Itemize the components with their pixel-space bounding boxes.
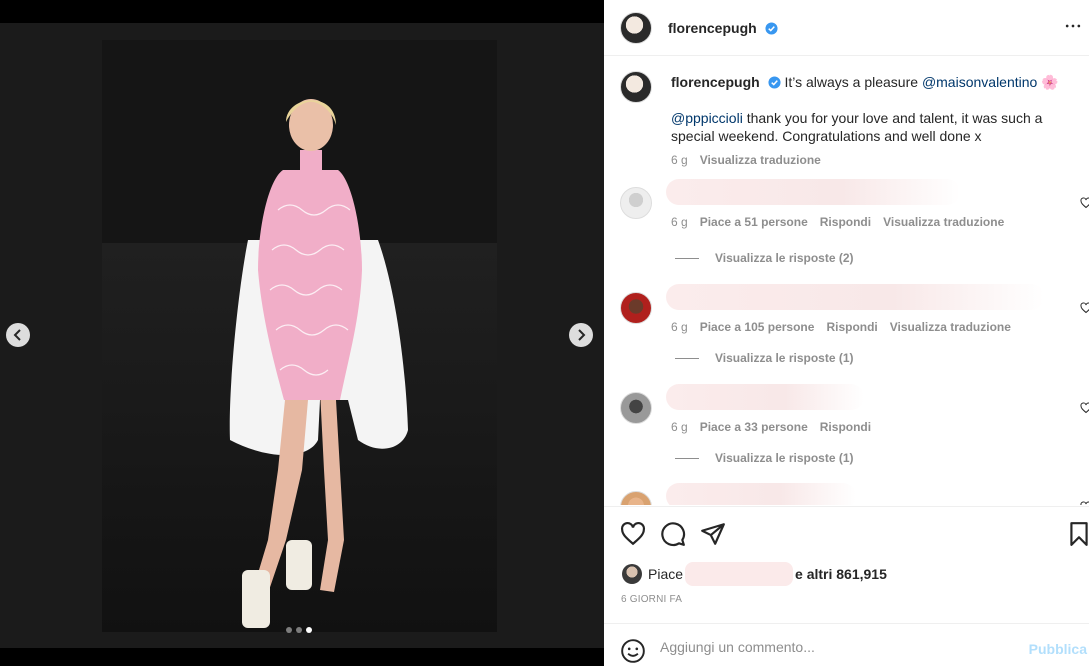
comment-likes-link[interactable]: Piace a 105 persone [700, 320, 815, 334]
view-replies-button[interactable]: Visualizza le risposte (1) [675, 351, 854, 365]
more-options-icon[interactable] [1061, 14, 1085, 38]
reply-button[interactable]: Rispondi [826, 320, 877, 334]
post-header: florencepugh [604, 0, 1089, 56]
comment-meta: 6 g Piace a 105 persone Rispondi Visuali… [671, 320, 1011, 334]
avatar[interactable] [620, 187, 652, 219]
redacted-comment [666, 284, 1044, 310]
photo-subject [229, 99, 408, 628]
caption-text: florencepugh It’s always a pleasure @mai… [671, 73, 1071, 169]
view-replies-button[interactable]: Visualizza le risposte (2) [675, 251, 854, 265]
emoji-icon[interactable] [620, 638, 646, 664]
view-replies-label[interactable]: Visualizza le risposte (1) [715, 351, 854, 365]
avatar[interactable] [620, 292, 652, 324]
comment-age: 6 g [671, 215, 688, 229]
publish-button[interactable]: Pubblica [1029, 641, 1087, 657]
likes-summary[interactable]: Piace e altri 861,915 [622, 562, 887, 586]
previous-image-button[interactable] [6, 323, 30, 347]
reply-button[interactable]: Rispondi [820, 420, 871, 434]
comment-likes-link[interactable]: Piace a 51 persone [700, 215, 808, 229]
translate-link[interactable]: Visualizza traduzione [700, 151, 821, 169]
carousel-indicator [286, 627, 312, 633]
avatar [622, 564, 642, 584]
like-comment-heart-icon[interactable] [1080, 501, 1089, 505]
like-comment-heart-icon[interactable] [1080, 302, 1089, 314]
caption-age: 6 g [671, 153, 688, 167]
username-text[interactable]: florencepugh [668, 20, 757, 36]
avatar[interactable] [620, 11, 652, 44]
translate-link[interactable]: Visualizza traduzione [890, 320, 1011, 334]
carousel-dot [286, 627, 292, 633]
comment-age: 6 g [671, 320, 688, 334]
avatar[interactable] [620, 71, 652, 103]
redacted-comment [666, 384, 864, 410]
carousel-dot [296, 627, 302, 633]
caption-emoji: 🌸 [1041, 74, 1059, 90]
caption-text-1: It’s always a pleasure [784, 74, 922, 90]
post-media [0, 0, 604, 666]
media-top-bar [0, 0, 604, 23]
mention-link[interactable]: @pppiccioli [671, 110, 743, 126]
mention-link[interactable]: @maisonvalentino [922, 74, 1037, 90]
comment-item [620, 483, 1089, 505]
post-timestamp[interactable]: 6 GIORNI FA [621, 594, 682, 605]
comments-list[interactable]: florencepugh It’s always a pleasure @mai… [604, 57, 1089, 505]
verified-badge-icon [768, 76, 781, 89]
replies-line [675, 357, 699, 359]
next-image-button[interactable] [569, 323, 593, 347]
likes-count[interactable]: e altri 861,915 [795, 566, 887, 582]
redacted-comment [666, 483, 856, 505]
caption-username[interactable]: florencepugh [671, 74, 760, 90]
comment-meta: 6 g Piace a 33 persone Rispondi [671, 420, 871, 434]
chevron-right-icon [578, 329, 586, 341]
view-replies-label[interactable]: Visualizza le risposte (1) [715, 451, 854, 465]
redacted-comment [666, 179, 960, 205]
likes-prefix: Piace [648, 566, 684, 582]
reply-button[interactable]: Rispondi [820, 215, 871, 229]
comment-item: 6 g Piace a 51 persone Rispondi Visualiz… [620, 179, 1089, 249]
avatar[interactable] [620, 392, 652, 424]
comment-age: 6 g [671, 420, 688, 434]
view-replies-button[interactable]: Visualizza le risposte (1) [675, 451, 854, 465]
comment-bubble-icon[interactable] [660, 521, 686, 547]
replies-line [675, 457, 699, 459]
redacted-liker [685, 562, 794, 586]
share-plane-icon[interactable] [700, 521, 726, 547]
view-replies-label[interactable]: Visualizza le risposte (2) [715, 251, 854, 265]
header-username[interactable]: florencepugh [668, 20, 778, 36]
comment-input[interactable] [660, 634, 1020, 660]
like-heart-icon[interactable] [620, 521, 646, 547]
translate-link[interactable]: Visualizza traduzione [883, 215, 1004, 229]
comment-item: 6 g Piace a 33 persone Rispondi [620, 384, 1089, 454]
carousel-dot-active [306, 627, 312, 633]
caption-meta: 6 g Visualizza traduzione [671, 151, 1071, 169]
replies-line [675, 257, 699, 259]
post-details-panel: florencepugh florencepugh It’s always a … [604, 0, 1089, 666]
add-comment-bar: Pubblica [604, 623, 1089, 666]
comment-item: 6 g Piace a 105 persone Rispondi Visuali… [620, 284, 1089, 354]
comment-likes-link[interactable]: Piace a 33 persone [700, 420, 808, 434]
verified-badge-icon [765, 21, 778, 35]
post-actions-bar [604, 506, 1089, 561]
avatar[interactable] [620, 491, 652, 505]
post-photo [0, 23, 604, 648]
like-comment-heart-icon[interactable] [1080, 402, 1089, 414]
save-bookmark-icon[interactable] [1066, 521, 1089, 547]
like-comment-heart-icon[interactable] [1080, 197, 1089, 209]
comment-meta: 6 g Piace a 51 persone Rispondi Visualiz… [671, 215, 1004, 229]
chevron-left-icon [13, 329, 21, 341]
